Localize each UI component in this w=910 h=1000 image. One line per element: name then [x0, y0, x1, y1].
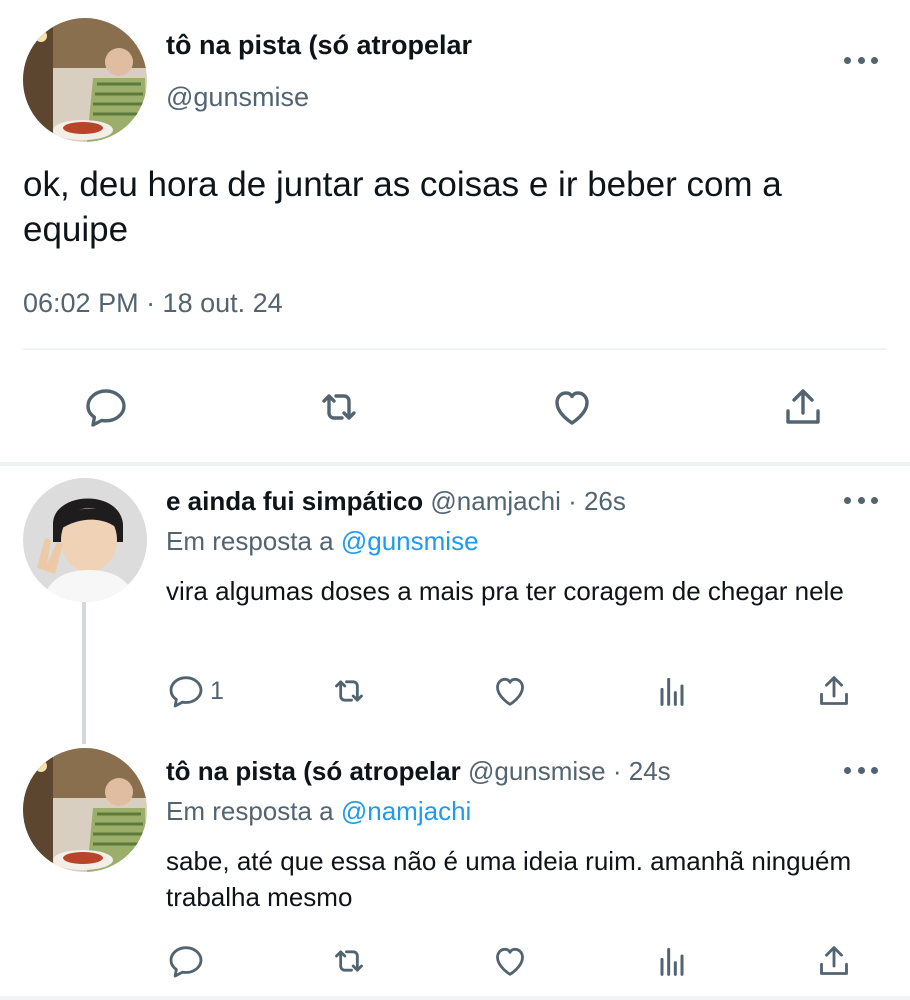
- reply-header: e ainda fui simpático @namjachi · 26s: [166, 486, 626, 517]
- retweet-icon[interactable]: [329, 671, 369, 711]
- reply-text: vira algumas doses a mais pra ter corage…: [166, 576, 844, 606]
- share-icon[interactable]: [814, 941, 854, 981]
- avatar-photo: [23, 748, 147, 872]
- replying-to: Em resposta a @gunsmise: [166, 526, 479, 557]
- reply-icon[interactable]: [166, 671, 206, 711]
- author-avatar[interactable]: [23, 18, 147, 142]
- analytics-icon[interactable]: [652, 671, 692, 711]
- more-options-icon[interactable]: [844, 760, 878, 780]
- replying-to-link[interactable]: @namjachi: [341, 796, 471, 826]
- divider: [23, 348, 887, 350]
- author-name[interactable]: tô na pista (só atropelar: [166, 30, 472, 61]
- retweet-icon[interactable]: [315, 383, 363, 431]
- reply-icon[interactable]: [82, 383, 130, 431]
- author-handle[interactable]: @gunsmise: [166, 82, 309, 113]
- reply-author-name[interactable]: e ainda fui simpático: [166, 486, 423, 516]
- like-icon[interactable]: [548, 383, 596, 431]
- reply-author-name[interactable]: tô na pista (só atropelar: [166, 756, 461, 786]
- avatar-photo: [23, 18, 147, 142]
- replying-to: Em resposta a @namjachi: [166, 796, 471, 827]
- tweet-text: ok, deu hora de juntar as coisas e ir be…: [23, 165, 782, 249]
- reply-author-avatar[interactable]: [23, 748, 147, 872]
- thread-connector: [82, 602, 86, 744]
- reply-meta[interactable]: @gunsmise · 24s: [468, 756, 671, 786]
- section-separator: [0, 996, 910, 1000]
- retweet-icon[interactable]: [329, 941, 369, 981]
- replying-to-link[interactable]: @gunsmise: [341, 526, 479, 556]
- tweet-timestamp[interactable]: 06:02 PM · 18 out. 24: [23, 288, 283, 319]
- reply-author-avatar[interactable]: [23, 478, 147, 602]
- like-icon[interactable]: [490, 671, 530, 711]
- like-icon[interactable]: [490, 941, 530, 981]
- more-options-icon[interactable]: [844, 50, 878, 70]
- reply-icon[interactable]: [166, 941, 206, 981]
- avatar-photo: [23, 478, 147, 602]
- share-icon[interactable]: [779, 383, 827, 431]
- analytics-icon[interactable]: [652, 941, 692, 981]
- more-options-icon[interactable]: [844, 490, 878, 510]
- replying-to-label: Em resposta a: [166, 796, 341, 826]
- reply-header: tô na pista (só atropelar @gunsmise · 24…: [166, 756, 671, 787]
- reply-count: 1: [210, 677, 224, 705]
- section-separator: [0, 462, 910, 466]
- share-icon[interactable]: [814, 671, 854, 711]
- reply-text: sabe, até que essa não é uma ideia ruim.…: [166, 846, 852, 912]
- replying-to-label: Em resposta a: [166, 526, 341, 556]
- reply-meta[interactable]: @namjachi · 26s: [430, 486, 625, 516]
